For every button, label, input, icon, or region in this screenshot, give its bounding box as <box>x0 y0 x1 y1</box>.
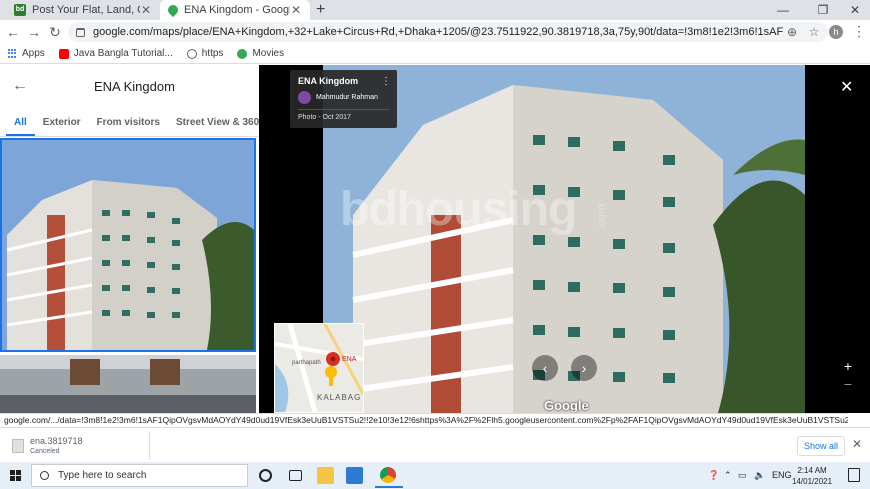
restore-icon[interactable]: ❐ <box>808 0 838 20</box>
bookmark-label: https <box>201 48 224 59</box>
app-icon[interactable] <box>346 467 363 484</box>
download-shelf: ena.3819718 Canceled Show all ✕ <box>0 427 870 462</box>
bookmark-apps[interactable]: Apps <box>8 48 45 59</box>
panel-header: ← ENA Kingdom <box>0 65 259 107</box>
status-url: google.com/.../data=!3m8!1e2!3m6!1sAF1Qi… <box>0 413 848 427</box>
bookmark-star-icon[interactable]: ☆ <box>806 25 822 39</box>
network-icon[interactable]: ▭ <box>738 462 747 489</box>
file-icon <box>12 438 24 453</box>
info-card-title: ENA Kingdom <box>298 76 359 86</box>
clock[interactable]: 2:14 AM 14/01/2021 <box>792 465 832 487</box>
more-options-icon[interactable]: ⋮ <box>381 76 391 87</box>
lock-icon <box>76 27 85 37</box>
tab-from-visitors[interactable]: From visitors <box>89 117 168 136</box>
url-text[interactable]: google.com/maps/place/ENA+Kingdom,+32+La… <box>93 26 784 38</box>
new-tab-button[interactable]: + <box>316 1 325 19</box>
previous-photo-button[interactable]: ‹ <box>532 355 558 381</box>
youtube-icon <box>58 48 69 59</box>
minimap-label: KALABAG <box>317 393 361 402</box>
forward-button[interactable]: → <box>25 23 43 41</box>
address-bar[interactable]: google.com/maps/place/ENA+Kingdom,+32+La… <box>68 22 828 42</box>
language-indicator[interactable]: ENG <box>772 462 792 489</box>
clock-time: 2:14 AM <box>797 466 827 475</box>
photo-author[interactable]: Mahmudur Rahman <box>298 91 389 104</box>
bookmark-label: Movies <box>252 48 285 59</box>
building-photo-thumbnail <box>2 140 254 350</box>
file-explorer-icon[interactable] <box>317 467 334 484</box>
watermark-text: bdhousing <box>340 183 577 236</box>
tab-exterior[interactable]: Exterior <box>35 117 89 136</box>
window-close-icon[interactable]: ✕ <box>840 0 870 20</box>
show-all-button[interactable]: Show all <box>797 436 845 456</box>
back-arrow-icon[interactable]: ← <box>12 77 32 95</box>
globe-icon <box>186 48 197 59</box>
taskbar-search[interactable]: Type here to search <box>31 464 248 487</box>
chrome-icon[interactable] <box>380 467 396 483</box>
close-viewer-icon[interactable]: ✕ <box>840 77 853 97</box>
clock-date: 14/01/2021 <box>792 477 833 486</box>
tab-street-view[interactable]: Street View & 360° <box>168 117 271 136</box>
minimap[interactable]: parthapath ENA KALABAG <box>274 323 364 413</box>
minimap-label: parthapath <box>292 360 321 366</box>
tab-google-maps[interactable]: ENA Kingdom - Google Maps ✕ <box>160 0 310 20</box>
search-placeholder: Type here to search <box>58 470 147 481</box>
zoom-in-button[interactable]: + <box>838 357 858 375</box>
minimize-icon[interactable]: — <box>768 0 798 20</box>
active-app-indicator <box>375 486 403 488</box>
photo-thumbnail-selected[interactable] <box>0 138 256 352</box>
add-icon[interactable]: ⊕ <box>784 25 800 39</box>
bookmark-java-bangla[interactable]: Java Bangla Tutorial... <box>58 48 173 59</box>
next-photo-button[interactable]: › <box>571 355 597 381</box>
close-tab-icon[interactable]: ✕ <box>290 3 302 17</box>
search-icon <box>40 471 49 480</box>
profile-avatar[interactable]: h <box>829 25 843 39</box>
photo-info-card: ENA Kingdom ⋮ Mahmudur Rahman Photo - Oc… <box>290 70 397 128</box>
tab-all[interactable]: All <box>6 117 35 136</box>
tray-chevron-icon[interactable]: ⌃ <box>724 462 732 489</box>
windows-taskbar: Type here to search ❓ ⌃ ▭ 🔈 ENG 2:14 AM … <box>0 462 870 489</box>
movies-icon <box>237 48 248 59</box>
back-button[interactable]: ← <box>4 23 22 41</box>
close-tab-icon[interactable]: ✕ <box>140 3 152 17</box>
photo-date: Photo - Oct 2017 <box>298 114 351 121</box>
task-view-icon[interactable] <box>289 470 302 481</box>
author-name: Mahmudur Rahman <box>316 94 378 101</box>
reload-button[interactable]: ↻ <box>46 23 64 41</box>
bookmarks-bar: Apps Java Bangla Tutorial... https Movie… <box>0 44 870 64</box>
minimap-label: ENA <box>342 356 357 363</box>
help-icon[interactable]: ❓ <box>708 462 719 489</box>
bookmark-movies[interactable]: Movies <box>237 48 284 59</box>
bookmark-label: Apps <box>22 48 45 59</box>
bookmark-label: Java Bangla Tutorial... <box>73 48 173 59</box>
download-item[interactable]: ena.3819718 Canceled <box>4 431 150 460</box>
divider <box>298 109 389 110</box>
google-maps-favicon <box>165 2 181 18</box>
tab-strip: bd Post Your Flat, Land, Commercial ✕ EN… <box>0 0 870 20</box>
close-shelf-icon[interactable]: ✕ <box>852 437 862 451</box>
tab-bdhousing[interactable]: bd Post Your Flat, Land, Commercial ✕ <box>6 0 160 20</box>
notifications-icon[interactable] <box>848 468 860 482</box>
cortana-icon[interactable] <box>259 469 272 482</box>
photo-thumbnail[interactable] <box>0 355 256 413</box>
browser-menu-icon[interactable]: ⋮ <box>852 23 866 40</box>
download-status: Canceled <box>30 448 60 455</box>
watermark-suffix: .com <box>594 203 609 231</box>
bdhousing-favicon: bd <box>14 4 26 16</box>
photo-category-tabs: All Exterior From visitors Street View &… <box>0 107 263 137</box>
minimap-map: parthapath ENA KALABAG <box>275 324 363 412</box>
bookmark-https[interactable]: https <box>186 48 224 59</box>
browser-toolbar: ← → ↻ google.com/maps/place/ENA+Kingdom,… <box>0 20 870 44</box>
tab-title: ENA Kingdom - Google Maps <box>184 4 290 16</box>
google-logo: Google <box>544 398 589 413</box>
volume-icon[interactable]: 🔈 <box>754 462 765 489</box>
zoom-out-button[interactable]: − <box>838 375 858 393</box>
place-title: ENA Kingdom <box>94 78 175 94</box>
apps-grid-icon <box>8 49 17 58</box>
download-file-name: ena.3819718 <box>30 436 83 446</box>
windows-start-icon[interactable] <box>10 470 21 481</box>
author-avatar <box>298 91 311 104</box>
tab-title: Post Your Flat, Land, Commercial <box>32 4 140 16</box>
street-photo-thumbnail <box>0 355 256 413</box>
photos-panel: ← ENA Kingdom All Exterior From visitors… <box>0 65 263 413</box>
